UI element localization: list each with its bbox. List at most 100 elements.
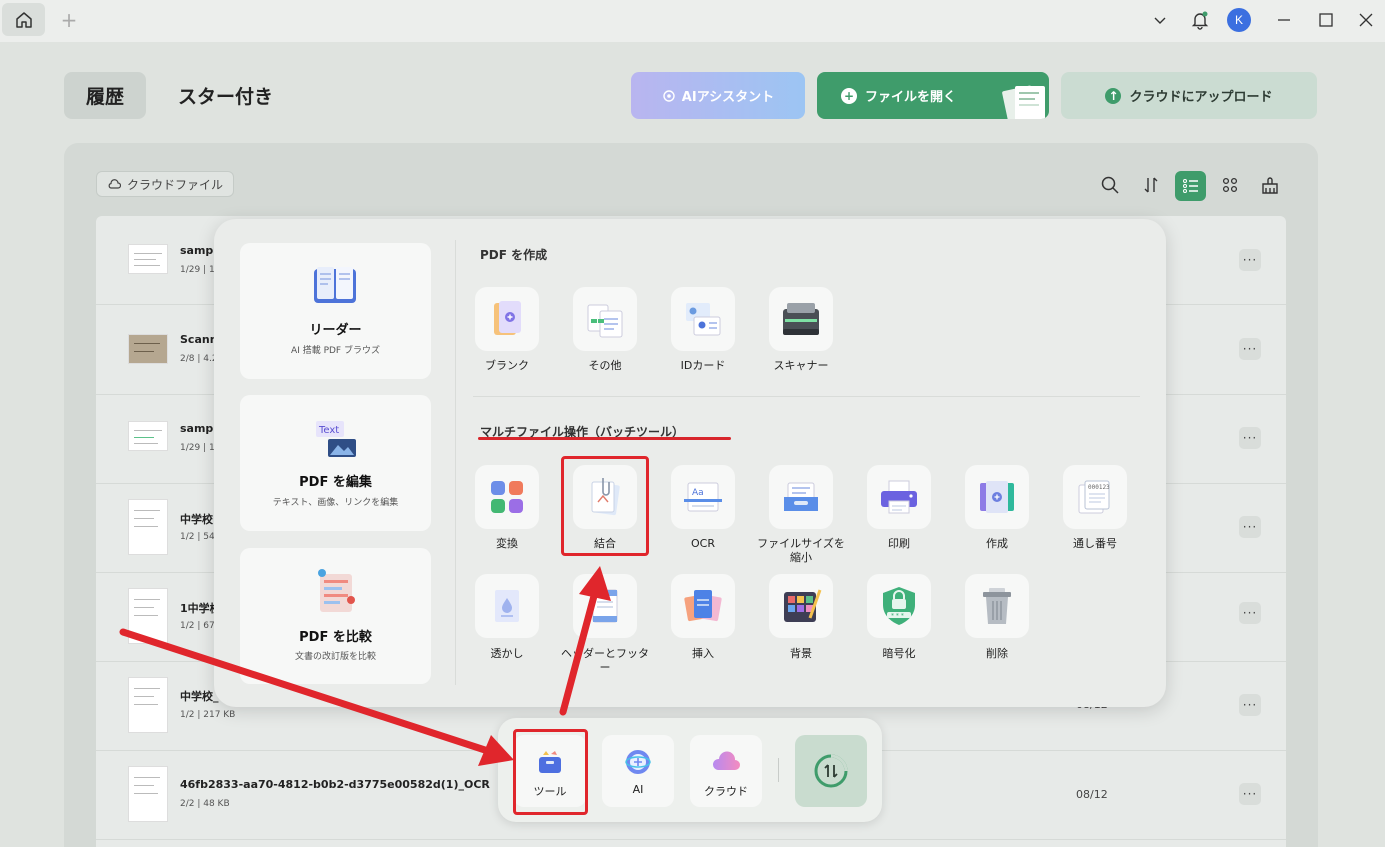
svg-text:* * *: * * * — [891, 613, 904, 620]
more-options-button[interactable]: ··· — [1239, 602, 1261, 624]
ai-target-icon — [663, 89, 675, 102]
search-icon[interactable] — [1096, 171, 1124, 199]
section-divider — [473, 396, 1140, 397]
cloud-files-label: クラウドファイル — [126, 177, 223, 192]
upload-cloud-button[interactable]: ↑ クラウドにアップロード — [1061, 72, 1317, 119]
delete-tool[interactable] — [965, 574, 1029, 638]
ai-assistant-button[interactable]: AIアシスタント — [631, 72, 805, 119]
convert-label: 変換 — [496, 537, 518, 550]
title-bar: + K — [0, 0, 1385, 42]
file-date: 08/12 — [1076, 788, 1108, 801]
maximize-icon[interactable] — [1314, 8, 1338, 32]
file-thumbnail — [128, 499, 168, 555]
cloud-icon — [108, 179, 121, 189]
background-tool[interactable] — [769, 574, 833, 638]
bates-number-label: 通し番号 — [1073, 537, 1117, 550]
grid-view-icon[interactable] — [1216, 171, 1244, 199]
documents-illustration-icon — [1002, 85, 1045, 119]
clear-history-icon[interactable] — [1256, 171, 1284, 199]
file-thumbnail — [128, 677, 168, 733]
compare-pdf-subtitle: 文書の改訂版を比較 — [294, 652, 376, 662]
header-footer-tool[interactable] — [573, 574, 637, 638]
create-batch-tool[interactable] — [965, 465, 1029, 529]
blank-document-icon — [494, 301, 521, 335]
encrypt-label: 暗号化 — [882, 647, 916, 660]
sync-icon — [814, 754, 848, 788]
open-file-button[interactable]: + ファイルを開く — [817, 72, 1049, 119]
other-documents-icon — [587, 304, 623, 338]
edit-pdf-subtitle: テキスト、画像、リンクを編集 — [272, 498, 399, 508]
compare-pdf-card[interactable]: PDF を比較 文書の改訂版を比較 — [240, 548, 431, 684]
sort-icon[interactable] — [1137, 171, 1165, 199]
encrypt-tool[interactable]: * * * — [867, 574, 931, 638]
tab-starred[interactable]: スター付き — [178, 72, 273, 119]
more-options-button[interactable]: ··· — [1239, 783, 1261, 805]
minimize-icon[interactable] — [1272, 8, 1296, 32]
scanner-icon — [783, 303, 819, 335]
annotation-highlight-tools — [513, 729, 588, 815]
ocr-tool[interactable]: Aa — [671, 465, 735, 529]
ocr-label: OCR — [691, 537, 715, 550]
convert-tool[interactable] — [475, 465, 539, 529]
divider — [455, 240, 456, 685]
file-name: 46fb2833-aa70-4812-b0b2-d3775e00582d(1)_… — [180, 778, 490, 791]
watermark-tool[interactable] — [475, 574, 539, 638]
reader-card[interactable]: リーダー AI 搭載 PDF ブラウズ — [240, 243, 431, 379]
dock-cloud-button[interactable]: クラウド — [690, 735, 762, 807]
bates-number-tool[interactable]: 000123 — [1063, 465, 1127, 529]
print-tool[interactable] — [867, 465, 931, 529]
file-name: 中学校_ — [180, 690, 219, 703]
compress-label: ファイルサイズを縮小 — [757, 537, 845, 564]
home-tab[interactable] — [2, 3, 45, 36]
print-label: 印刷 — [888, 537, 910, 550]
compare-pdf-title: PDF を比較 — [299, 630, 372, 645]
scanner-label: スキャナー — [773, 359, 829, 372]
cloud-files-filter[interactable]: クラウドファイル — [96, 171, 234, 197]
cloud-gradient-icon — [712, 751, 740, 770]
more-options-button[interactable]: ··· — [1239, 249, 1261, 271]
file-meta: 2/8 | 4.2 — [180, 354, 218, 364]
upload-cloud-label: クラウドにアップロード — [1129, 90, 1273, 105]
blank-pdf-label: ブランク — [485, 359, 529, 372]
more-options-button[interactable]: ··· — [1239, 694, 1261, 716]
svg-text:Text: Text — [318, 425, 339, 436]
reader-title: リーダー — [309, 323, 362, 338]
bell-icon[interactable] — [1188, 8, 1212, 32]
book-icon — [314, 267, 356, 303]
tab-history[interactable]: 履歴 — [64, 72, 146, 119]
more-options-button[interactable]: ··· — [1239, 516, 1261, 538]
printer-icon — [881, 480, 917, 514]
ai-assistant-label: AIアシスタント — [681, 90, 775, 105]
chevron-down-icon[interactable] — [1148, 8, 1172, 32]
close-icon[interactable] — [1354, 8, 1378, 32]
insert-label: 挿入 — [692, 647, 714, 660]
dock-ai-button[interactable]: AI — [602, 735, 674, 807]
blank-pdf-tool[interactable] — [475, 287, 539, 351]
dock-ai-label: AI — [632, 783, 644, 796]
compress-tool[interactable] — [769, 465, 833, 529]
id-card-label: IDカード — [680, 359, 726, 372]
new-tab-button[interactable]: + — [60, 8, 78, 32]
file-thumbnail — [128, 244, 168, 274]
dock-sync-button[interactable] — [795, 735, 867, 807]
file-meta: 2/2 | 48 KB — [180, 799, 230, 809]
id-card-icon — [686, 303, 721, 336]
more-options-button[interactable]: ··· — [1239, 427, 1261, 449]
create-pdf-heading: PDF を作成 — [480, 248, 548, 262]
id-card-tool[interactable] — [671, 287, 735, 351]
compare-docs-icon — [318, 569, 355, 612]
scanner-tool[interactable] — [769, 287, 833, 351]
numbered-pages-icon: 000123 — [1078, 480, 1110, 514]
more-options-button[interactable]: ··· — [1239, 338, 1261, 360]
reader-subtitle: AI 搭載 PDF ブラウズ — [291, 346, 380, 356]
other-pdf-tool[interactable] — [573, 287, 637, 351]
list-view-icon[interactable] — [1175, 171, 1206, 201]
edit-pdf-card[interactable]: Text PDF を編集 テキスト、画像、リンクを編集 — [240, 395, 431, 531]
svg-text:000123: 000123 — [1088, 484, 1110, 491]
file-thumbnail — [128, 334, 168, 364]
file-meta: 1/2 | 217 KB — [180, 710, 236, 720]
upload-arrow-icon: ↑ — [1105, 87, 1122, 104]
insert-tool[interactable] — [671, 574, 735, 638]
avatar[interactable]: K — [1227, 8, 1251, 32]
file-meta: 1/2 | 67 — [180, 621, 215, 631]
